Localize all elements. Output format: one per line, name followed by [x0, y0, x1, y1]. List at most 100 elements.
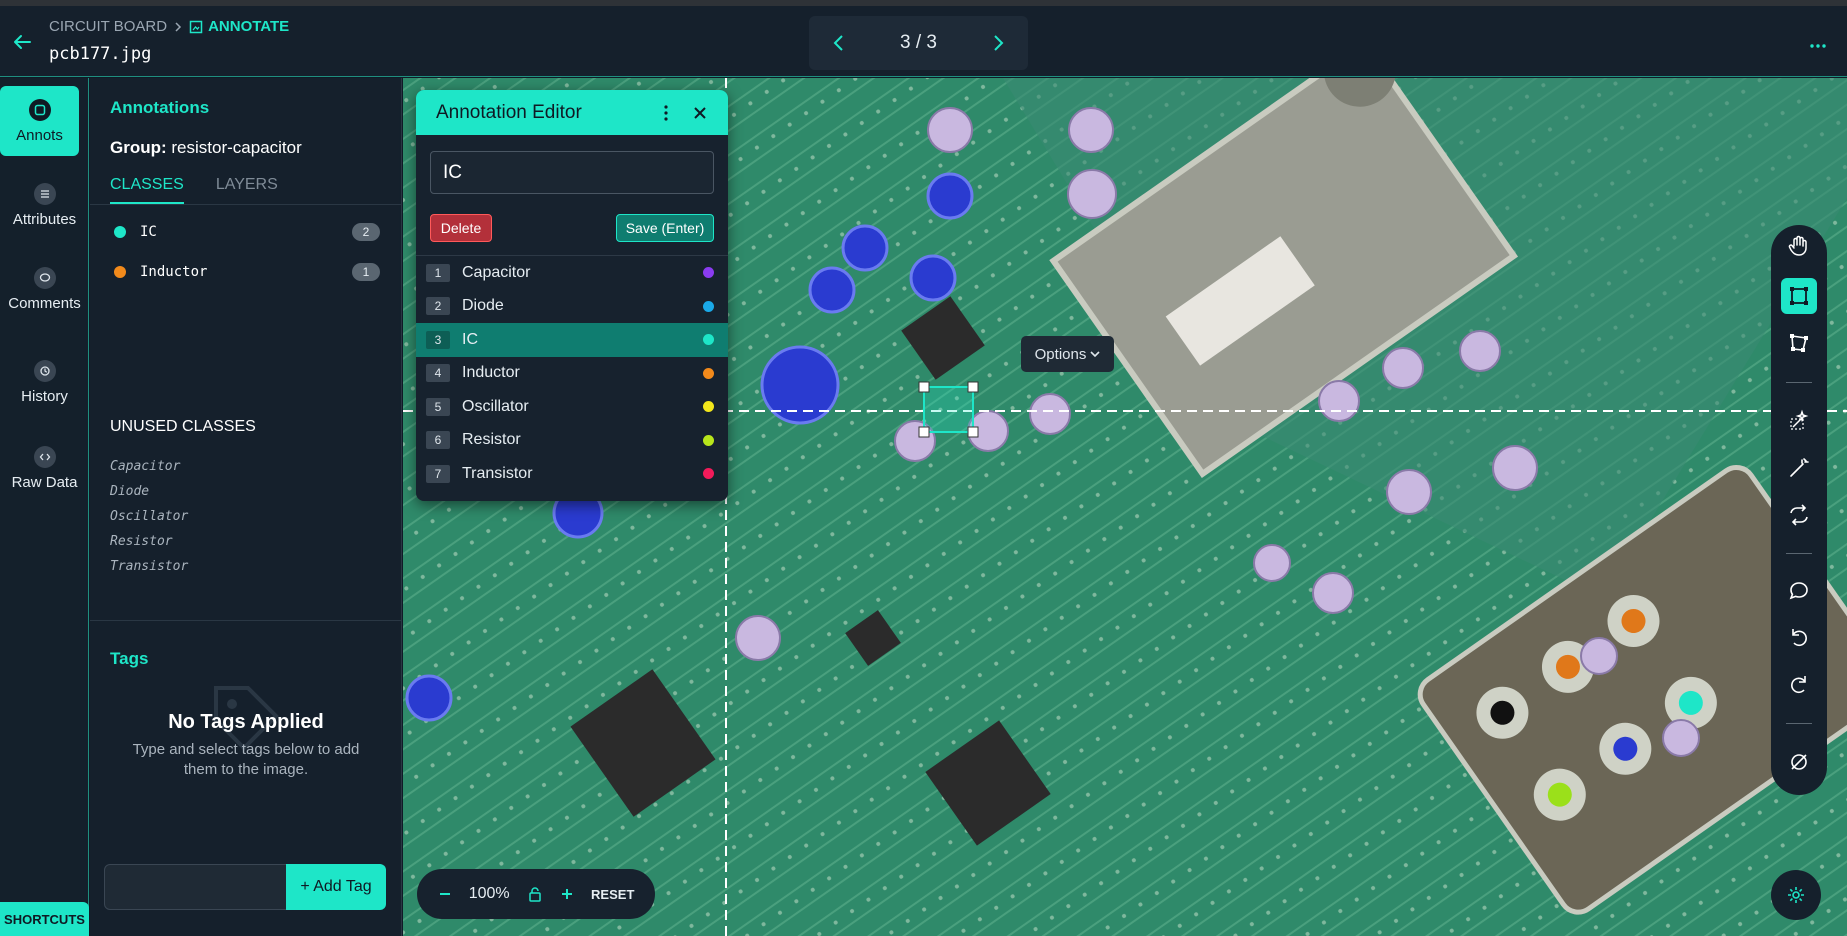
zoom-out-icon[interactable]	[438, 887, 452, 901]
magic-wand-tool[interactable]	[1781, 450, 1817, 486]
kebab-menu-icon[interactable]	[656, 103, 676, 123]
option-number: 2	[426, 297, 450, 316]
close-icon[interactable]	[692, 105, 708, 121]
chevron-right-icon[interactable]	[990, 34, 1006, 52]
tab-classes[interactable]: CLASSES	[110, 176, 184, 204]
rail-label: Comments	[8, 294, 81, 312]
image-pager: 3 / 3	[809, 16, 1028, 70]
class-name: Inductor	[140, 264, 208, 280]
class-input[interactable]: IC	[430, 151, 714, 194]
rail-label: Attributes	[12, 210, 77, 228]
rail-item-raw-data[interactable]: Raw Data	[0, 433, 89, 503]
rail-item-history[interactable]: History	[0, 347, 89, 417]
history-icon	[33, 359, 56, 382]
option-number: 5	[426, 397, 450, 416]
tab-layers[interactable]: LAYERS	[216, 176, 278, 204]
option-label: Diode	[462, 297, 504, 315]
class-option-inductor[interactable]: 4 Inductor	[416, 357, 728, 391]
rail-label: Annots	[16, 126, 63, 144]
toolbar-divider	[1786, 382, 1812, 383]
class-row-ic[interactable]: IC 2	[114, 220, 380, 244]
tabs-divider	[90, 204, 402, 205]
tags-title: Tags	[110, 649, 149, 668]
section-divider	[90, 620, 402, 621]
unused-class[interactable]: Transistor	[110, 554, 188, 579]
toolbar-divider	[1786, 553, 1812, 554]
option-color-dot	[703, 334, 714, 346]
back-arrow-icon[interactable]	[10, 30, 34, 54]
hide-annotations-button[interactable]	[1781, 744, 1817, 780]
options-dropdown[interactable]: Options	[1021, 336, 1114, 372]
class-option-capacitor[interactable]: 1 Capacitor	[416, 256, 728, 290]
selected-bounding-box[interactable]	[918, 381, 979, 438]
tag-input[interactable]	[104, 864, 304, 910]
class-option-transistor[interactable]: 7 Transistor	[416, 457, 728, 491]
hide-icon	[1791, 754, 1807, 770]
option-color-dot	[703, 434, 714, 446]
annotation-editor: Annotation Editor IC Delete Save (Enter)…	[416, 90, 728, 501]
settings-button[interactable]	[1771, 870, 1821, 920]
option-label: Resistor	[462, 431, 521, 449]
magic-wand-icon	[1790, 458, 1809, 477]
bounding-box-icon	[1790, 287, 1808, 305]
unused-class[interactable]: Oscillator	[110, 504, 188, 529]
option-color-dot	[703, 367, 714, 379]
file-name: pcb177.jpg	[49, 44, 152, 64]
option-label: Capacitor	[462, 263, 531, 281]
annotation-icon	[28, 98, 51, 121]
option-number: 6	[426, 431, 450, 450]
class-name: IC	[140, 224, 157, 240]
breadcrumb-root[interactable]: CIRCUIT BOARD	[49, 18, 167, 35]
annotate-icon	[189, 20, 203, 33]
pager-count: 3 / 3	[900, 32, 937, 53]
option-color-dot	[703, 401, 714, 413]
more-menu-icon[interactable]	[1808, 36, 1828, 56]
options-label: Options	[1034, 345, 1087, 363]
lock-icon[interactable]	[527, 886, 543, 902]
class-count-badge: 2	[352, 223, 380, 241]
panel-tabs: CLASSES LAYERS	[110, 176, 278, 204]
class-option-oscillator[interactable]: 5 Oscillator	[416, 390, 728, 424]
zoom-level: 100%	[468, 885, 510, 902]
smart-select-tool[interactable]	[1781, 403, 1817, 439]
comment-tool[interactable]	[1781, 572, 1817, 608]
redo-button[interactable]	[1781, 666, 1817, 702]
class-option-ic[interactable]: 3 IC	[416, 323, 728, 357]
unused-classes-list: Capacitor Diode Oscillator Resistor Tran…	[110, 454, 188, 579]
pan-tool[interactable]	[1781, 228, 1817, 264]
rail-label: History	[21, 387, 68, 405]
bounding-box-tool[interactable]	[1781, 278, 1817, 314]
rail-item-attributes[interactable]: Attributes	[0, 170, 89, 240]
code-icon	[33, 445, 56, 468]
class-option-resistor[interactable]: 6 Resistor	[416, 424, 728, 458]
unused-class[interactable]: Diode	[110, 479, 188, 504]
rail-item-comments[interactable]: Comments	[0, 254, 89, 324]
option-number: 4	[426, 364, 450, 383]
option-label: Inductor	[462, 364, 520, 382]
no-tags-title: No Tags Applied	[168, 711, 324, 733]
editor-header: Annotation Editor	[416, 90, 728, 135]
unused-class[interactable]: Capacitor	[110, 454, 188, 479]
repeat-tool[interactable]	[1781, 497, 1817, 533]
chevron-left-icon[interactable]	[831, 34, 847, 52]
polygon-tool[interactable]	[1781, 325, 1817, 361]
option-color-dot	[703, 468, 714, 480]
class-color-dot	[114, 226, 126, 238]
option-number: 3	[426, 330, 450, 349]
unused-class[interactable]: Resistor	[110, 529, 188, 554]
class-option-diode[interactable]: 2 Diode	[416, 290, 728, 324]
toolbar-divider	[1786, 723, 1812, 724]
chevron-right-icon	[175, 21, 182, 32]
add-tag-button[interactable]: + Add Tag	[286, 864, 386, 910]
undo-button[interactable]	[1781, 619, 1817, 655]
shortcuts-button[interactable]: SHORTCUTS	[0, 902, 89, 936]
rail-item-annots[interactable]: Annots	[0, 86, 79, 156]
rail-label: Raw Data	[11, 473, 78, 491]
reset-zoom-button[interactable]: RESET	[591, 887, 634, 902]
zoom-in-icon[interactable]	[560, 887, 574, 901]
unused-classes-title: UNUSED CLASSES	[110, 418, 256, 435]
left-nav-rail: Annots Attributes Comments History Raw D…	[0, 78, 89, 936]
class-row-inductor[interactable]: Inductor 1	[114, 260, 380, 284]
save-button[interactable]: Save (Enter)	[616, 214, 714, 242]
delete-button[interactable]: Delete	[430, 214, 492, 242]
